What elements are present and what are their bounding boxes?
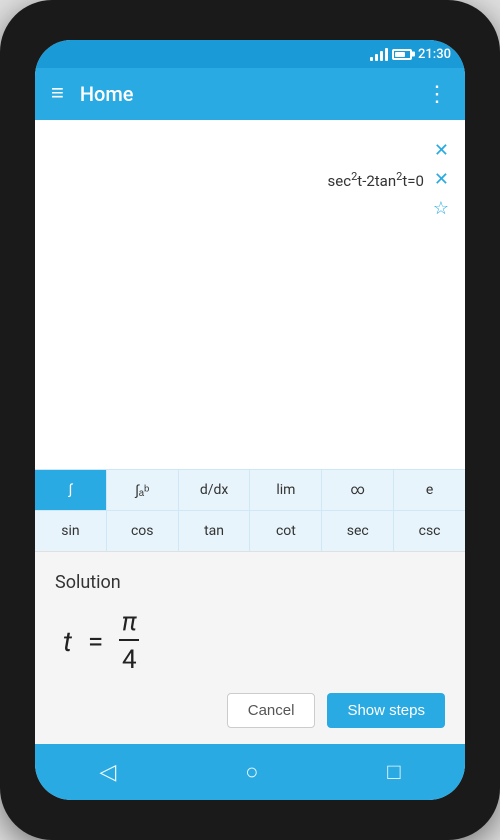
clear-row: ✕ — [434, 140, 449, 161]
solution-variable: t — [63, 625, 72, 658]
show-steps-button[interactable]: Show steps — [327, 693, 445, 728]
keyboard-row-1: ∫ ∫ₐᵇ d/dx lim ∞ e — [35, 470, 465, 511]
battery-icon — [392, 49, 412, 60]
equation-text: sec2t-2tan2t=0 — [328, 170, 424, 190]
solution-equation: t = π 4 — [55, 609, 445, 673]
key-cot[interactable]: cot — [250, 511, 322, 551]
key-sec[interactable]: sec — [322, 511, 394, 551]
equation-row: sec2t-2tan2t=0 ✕ — [328, 169, 449, 190]
keyboard-row-2: sin cos tan cot sec csc — [35, 511, 465, 551]
equation-area: ✕ sec2t-2tan2t=0 ✕ ☆ — [35, 120, 465, 469]
main-content: ✕ sec2t-2tan2t=0 ✕ ☆ ∫ ∫ₐᵇ d/dx — [35, 120, 465, 744]
star-icon[interactable]: ☆ — [433, 198, 449, 219]
fraction-numerator: π — [119, 609, 139, 641]
key-sin[interactable]: sin — [35, 511, 107, 551]
key-limit[interactable]: lim — [250, 470, 322, 510]
more-icon[interactable]: ⋮ — [426, 82, 449, 107]
equation-close-icon[interactable]: ✕ — [434, 169, 449, 190]
solution-buttons: Cancel Show steps — [55, 693, 445, 728]
key-cos[interactable]: cos — [107, 511, 179, 551]
clear-icon[interactable]: ✕ — [434, 140, 449, 161]
solution-fraction: π 4 — [119, 609, 139, 673]
key-derivative[interactable]: d/dx — [179, 470, 251, 510]
solution-equals: = — [88, 625, 103, 658]
key-definite-integral[interactable]: ∫ₐᵇ — [107, 470, 179, 510]
signal-icon — [370, 47, 388, 61]
bottom-nav: ◁ ○ □ — [35, 744, 465, 800]
menu-icon[interactable]: ≡ — [51, 83, 64, 105]
solution-panel: Solution t = π 4 Cancel Show steps — [35, 551, 465, 744]
key-e[interactable]: e — [394, 470, 465, 510]
star-row: ☆ — [433, 198, 449, 219]
fraction-denominator: 4 — [119, 643, 139, 673]
back-button[interactable]: ◁ — [99, 760, 116, 785]
key-infinity[interactable]: ∞ — [322, 470, 394, 510]
status-icons — [370, 47, 412, 61]
key-integral[interactable]: ∫ — [35, 470, 107, 510]
math-keyboard: ∫ ∫ₐᵇ d/dx lim ∞ e sin cos tan cot sec c… — [35, 469, 465, 551]
cancel-button[interactable]: Cancel — [227, 693, 316, 728]
key-tan[interactable]: tan — [179, 511, 251, 551]
recents-button[interactable]: □ — [387, 759, 400, 785]
phone-screen: 21:30 ≡ Home ⋮ ✕ sec2t-2tan2t=0 ✕ — [35, 40, 465, 800]
key-csc[interactable]: csc — [394, 511, 465, 551]
solution-title: Solution — [55, 572, 445, 593]
toolbar: ≡ Home ⋮ — [35, 68, 465, 120]
status-bar: 21:30 — [35, 40, 465, 68]
status-time: 21:30 — [418, 47, 451, 62]
toolbar-title: Home — [80, 82, 426, 106]
home-button[interactable]: ○ — [245, 759, 258, 785]
phone-frame: 21:30 ≡ Home ⋮ ✕ sec2t-2tan2t=0 ✕ — [0, 0, 500, 840]
